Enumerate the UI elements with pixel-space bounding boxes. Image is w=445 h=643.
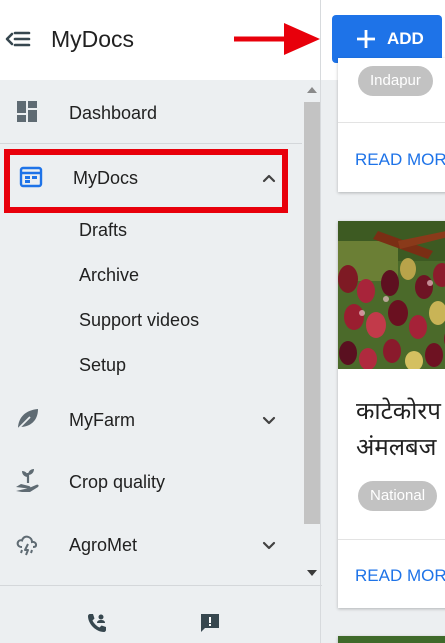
read-more-link[interactable]: READ MORE bbox=[355, 150, 445, 170]
sidebar-subitem-drafts[interactable]: Drafts bbox=[79, 220, 127, 241]
read-more-link[interactable]: READ MORE bbox=[355, 566, 445, 586]
sidebar-item-label: Dashboard bbox=[69, 103, 158, 123]
app-title: MyDocs bbox=[51, 26, 135, 52]
card-image bbox=[338, 636, 445, 643]
doc-card: Indapur READ MORE bbox=[338, 58, 445, 192]
chevron-down-icon[interactable] bbox=[258, 409, 280, 431]
crop-quality-icon bbox=[16, 469, 39, 492]
add-button-label: ADD bbox=[387, 29, 424, 48]
divider bbox=[0, 143, 302, 144]
sidebar-subitem-setup[interactable]: Setup bbox=[79, 355, 126, 376]
sidebar-item-dashboard[interactable]: Dashboard bbox=[0, 90, 302, 134]
contact-phone-icon[interactable] bbox=[85, 611, 109, 635]
scroll-down-arrow-icon[interactable] bbox=[307, 570, 317, 576]
dashboard-icon bbox=[17, 101, 37, 122]
category-chip[interactable]: National bbox=[358, 481, 438, 511]
plus-icon bbox=[357, 30, 375, 48]
location-chip[interactable]: Indapur bbox=[358, 66, 433, 96]
sidebar-item-label: Crop quality bbox=[69, 472, 166, 492]
sidebar-bottom-bar bbox=[0, 585, 322, 643]
main-content: ADD Indapur READ MORE bbox=[322, 0, 445, 643]
scroll-up-arrow-icon[interactable] bbox=[307, 87, 317, 93]
menu-collapse-icon[interactable] bbox=[5, 28, 31, 50]
sidebar-item-crop-quality[interactable]: Crop quality bbox=[0, 459, 302, 503]
sidebar: MyDocs Dashboard MyDocs Drafts Archive S… bbox=[0, 0, 322, 643]
sidebar-subitem-archive[interactable]: Archive bbox=[79, 265, 139, 286]
sidebar-item-label: MyFarm bbox=[69, 410, 135, 430]
sidebar-subitem-support-videos[interactable]: Support videos bbox=[79, 310, 199, 331]
sidebar-item-agromet[interactable]: AgroMet bbox=[0, 522, 302, 566]
card-title: काटेकोरप अंमलबज bbox=[356, 397, 441, 461]
doc-card: काटेकोरप अंमलबज National READ MORE bbox=[338, 221, 445, 608]
sidebar-scrollbar[interactable] bbox=[302, 80, 321, 585]
leaf-icon bbox=[17, 409, 38, 430]
feedback-icon[interactable] bbox=[198, 611, 222, 635]
annotation-highlight-box bbox=[4, 149, 288, 213]
chevron-down-icon[interactable] bbox=[258, 534, 280, 556]
scrollbar-thumb[interactable] bbox=[304, 102, 321, 524]
annotation-arrow bbox=[234, 23, 320, 55]
sidebar-divider bbox=[320, 0, 321, 643]
doc-card bbox=[338, 636, 445, 643]
sidebar-item-label: AgroMet bbox=[69, 535, 138, 555]
sidebar-item-myfarm[interactable]: MyFarm bbox=[0, 397, 302, 441]
cloud-icon bbox=[16, 535, 38, 556]
card-divider bbox=[338, 122, 445, 123]
card-divider bbox=[338, 539, 445, 540]
add-button[interactable]: ADD bbox=[332, 15, 442, 63]
card-image-berries bbox=[338, 221, 445, 369]
